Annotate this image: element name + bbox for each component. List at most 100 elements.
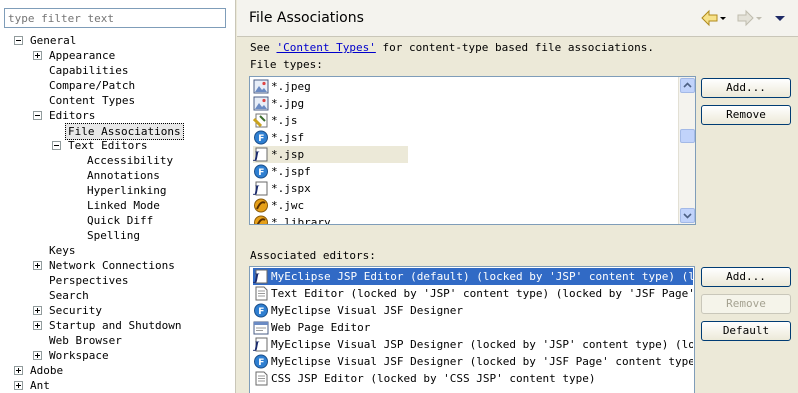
tree-item-hyperlinking[interactable]: Hyperlinking [0,183,235,198]
filter-input[interactable] [4,8,226,28]
editor-item[interactable]: J MyEclipse JSP Editor (default) (locked … [253,268,693,285]
editor-add-button[interactable]: Add... [701,267,791,287]
editor-item[interactable]: Web Page Editor [253,319,693,336]
editor-name: CSS JSP Editor (locked by 'CSS JSP' cont… [271,372,596,385]
file-type-item[interactable]: *.jwc [253,197,408,214]
expand-icon[interactable] [33,51,42,60]
scroll-up-button[interactable] [680,78,695,93]
file-type-item[interactable]: *.jpeg [253,78,408,95]
tree-item-compare-patch[interactable]: Compare/Patch [0,78,235,93]
svg-text:F: F [258,134,264,144]
file-types-list[interactable]: *.jpeg *.jpg *.js F *.jsf J *.jsp F *.jspf J *.jsp… [249,76,696,225]
editor-name: MyEclipse Visual JSF Designer [271,304,464,317]
forward-button[interactable] [736,9,762,27]
jsf-icon: F [253,303,269,318]
file-type-pattern: *.jpg [271,97,305,110]
file-type-pattern: *.js [271,114,298,127]
jsf-icon: F [253,354,269,369]
associated-editors-list[interactable]: J MyEclipse JSP Editor (default) (locked … [249,266,695,393]
collapse-icon[interactable] [14,36,23,45]
tree-item-search[interactable]: Search [0,288,235,303]
tree-item-label: Keys [49,244,76,257]
editor-name: MyEclipse Visual JSP Designer (locked by… [271,338,693,351]
editor-name: Web Page Editor [271,321,371,334]
file-type-item[interactable]: *.jpg [253,95,408,112]
tree-item-startup-and-shutdown[interactable]: Startup and Shutdown [0,318,235,333]
tapestry-icon [253,215,269,224]
tree-item-label: Adobe [30,364,64,377]
scroll-down-button[interactable] [680,208,695,223]
content-types-link[interactable]: 'Content Types' [277,41,376,54]
expand-icon[interactable] [14,381,23,390]
tree-item-linked-mode[interactable]: Linked Mode [0,198,235,213]
collapse-icon[interactable] [33,111,42,120]
tree-item-adobe[interactable]: Adobe [0,363,235,378]
expand-icon[interactable] [33,351,42,360]
tree-item-text-editors[interactable]: Text Editors [0,138,235,153]
tree-item-label: Appearance [49,49,116,62]
jsp-icon: J [253,337,269,352]
jsf-icon: F [253,164,269,179]
tree-item-accessibility[interactable]: Accessibility [0,153,235,168]
file-type-add-button[interactable]: Add... [701,78,791,98]
tree-item-general[interactable]: General [0,33,235,48]
file-type-item[interactable]: *.library [253,214,408,224]
file-types-label: File types: [250,58,323,71]
back-arrow-icon [701,9,726,27]
tree-item-quick-diff[interactable]: Quick Diff [0,213,235,228]
file-type-item[interactable]: F *.jspf [253,163,408,180]
file-type-pattern: *.jsf [271,131,305,144]
collapse-icon[interactable] [52,141,61,150]
tree-item-spelling[interactable]: Spelling [0,228,235,243]
tree-item-security[interactable]: Security [0,303,235,318]
tree-item-network-connections[interactable]: Network Connections [0,258,235,273]
file-type-item[interactable]: J *.jspx [252,180,408,197]
editor-item[interactable]: J MyEclipse Visual JSP Designer (locked b… [253,336,693,353]
tree-item-label: Web Browser [49,334,122,347]
file-type-item[interactable]: F *.jsf [253,129,408,146]
tree-item-label: Capabilities [49,64,129,77]
tree-item-appearance[interactable]: Appearance [0,48,235,63]
tree-item-content-types[interactable]: Content Types [0,93,235,108]
svg-text:F: F [258,358,264,368]
tree-item-label: Network Connections [49,259,175,272]
scroll-thumb[interactable] [680,129,695,143]
tree-item-keys[interactable]: Keys [0,243,235,258]
file-type-item[interactable]: J *.jsp [252,146,408,163]
editor-item[interactable]: Text Editor (locked by 'JSP' content typ… [253,285,693,302]
back-button[interactable] [700,9,726,27]
svg-text:F: F [258,168,264,178]
editor-item[interactable]: F MyEclipse Visual JSF Designer [253,302,693,319]
description-suffix: for content-type based file associations… [375,41,654,54]
tree-item-label: Linked Mode [87,199,160,212]
tree-item-label: Perspectives [49,274,129,287]
chevron-down-icon [683,213,692,219]
expand-icon[interactable] [33,321,42,330]
file-type-item[interactable]: *.js [252,112,408,129]
tree-item-ant[interactable]: Ant [0,378,235,393]
forward-arrow-icon [737,9,762,27]
editor-default-button[interactable]: Default [701,321,791,341]
file-type-pattern: *.jpeg [271,80,311,93]
file-type-pattern: *.jwc [271,199,305,212]
page-title: File Associations [249,10,364,26]
file-types-scrollbar[interactable] [678,77,695,224]
expand-icon[interactable] [33,306,42,315]
tree-item-workspace[interactable]: Workspace [0,348,235,363]
tree-item-capabilities[interactable]: Capabilities [0,63,235,78]
tree-item-editors[interactable]: Editors [0,108,235,123]
expand-icon[interactable] [33,261,42,270]
editor-item[interactable]: F MyEclipse Visual JSF Designer (locked b… [253,353,693,370]
expand-icon[interactable] [14,366,23,375]
jsp-icon: J [252,181,269,196]
tree-item-web-browser[interactable]: Web Browser [0,333,235,348]
editor-remove-button[interactable]: Remove [701,294,791,314]
tree-item-label: General [30,34,77,47]
file-type-remove-button[interactable]: Remove [701,105,791,125]
tree-item-perspectives[interactable]: Perspectives [0,273,235,288]
editor-item[interactable]: CSS JSP Editor (locked by 'CSS JSP' cont… [253,370,693,387]
tree-item-file-associations[interactable]: File Associations [0,123,235,140]
description-text: See 'Content Types' for content-type bas… [250,41,654,54]
tree-item-annotations[interactable]: Annotations [0,168,235,183]
view-menu-button[interactable] [773,9,787,27]
